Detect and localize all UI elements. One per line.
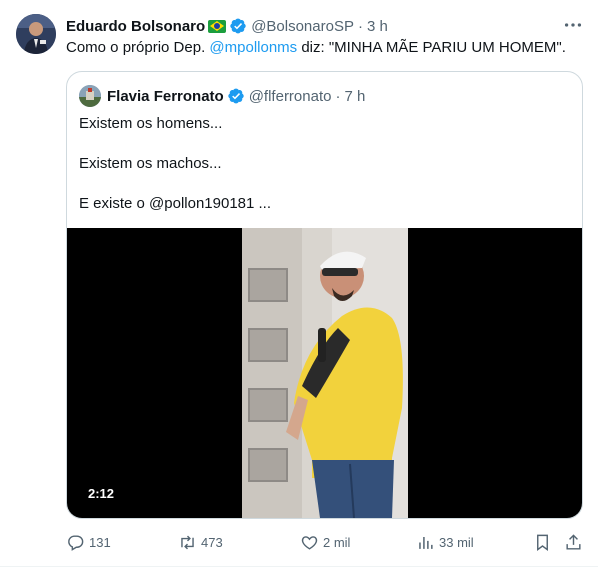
more-horizontal-icon[interactable]: [562, 14, 584, 36]
retweet-count: 473: [201, 534, 223, 550]
video-player[interactable]: 2:12: [67, 228, 582, 518]
quoted-tweet[interactable]: Flavia Ferronato @flferronato · 7 h Exis…: [66, 71, 583, 519]
separator-dot: ·: [357, 17, 363, 35]
author-name[interactable]: Eduardo Bolsonaro: [66, 18, 205, 35]
author-handle[interactable]: @BolsonaroSP: [251, 18, 354, 35]
verified-badge-icon: [230, 18, 246, 34]
tweet-text-suffix: diz: "MINHA MÃE PARIU UM HOMEM".: [297, 39, 566, 56]
heart-icon: [301, 535, 318, 550]
retweet-icon: [181, 535, 194, 549]
verified-badge-icon: [228, 88, 244, 104]
views-button[interactable]: 33 mil: [416, 529, 474, 555]
quoted-author-avatar[interactable]: [79, 85, 101, 107]
quoted-author-handle[interactable]: @flferronato: [249, 88, 332, 105]
bookmark-button[interactable]: [533, 529, 552, 555]
author-avatar[interactable]: [16, 14, 56, 54]
share-button[interactable]: [564, 529, 583, 555]
tweet-time[interactable]: 3 h: [367, 18, 388, 35]
bookmark-icon: [537, 534, 548, 551]
tweet-text-prefix: Como o próprio Dep.: [66, 39, 210, 56]
reply-count: 131: [89, 534, 111, 550]
reply-button[interactable]: 131: [66, 529, 111, 555]
quoted-tweet-header: Flavia Ferronato @flferronato · 7 h: [107, 85, 365, 107]
tweet-header: Eduardo Bolsonaro @BolsonaroSP · 3 h: [66, 15, 388, 37]
tweet-actions: 131 473 2 mil 33 mil: [66, 529, 586, 555]
mention-link[interactable]: @mpollonms: [209, 39, 297, 56]
quoted-line: E existe o @pollon190181 ...: [79, 195, 272, 212]
video-duration: 2:12: [82, 484, 121, 504]
tweet[interactable]: Eduardo Bolsonaro @BolsonaroSP · 3 h Com…: [0, 0, 598, 567]
share-icon: [566, 533, 581, 550]
like-count: 2 mil: [323, 534, 351, 550]
like-button[interactable]: 2 mil: [300, 529, 350, 555]
quoted-tweet-time[interactable]: 7 h: [344, 88, 365, 105]
tweet-text: Como o próprio Dep. @mpollonms diz: "MIN…: [66, 38, 566, 58]
views-chart-icon: [419, 536, 433, 549]
separator-dot: ·: [335, 87, 341, 105]
brazil-flag-icon: [208, 19, 227, 33]
quoted-tweet-text: Existem os homens... Existem os machos..…: [79, 114, 271, 214]
reply-icon: [68, 534, 84, 551]
quoted-author-name[interactable]: Flavia Ferronato: [107, 88, 224, 105]
quoted-line: Existem os machos...: [79, 155, 222, 172]
retweet-button[interactable]: 473: [178, 529, 223, 555]
quoted-line: Existem os homens...: [79, 115, 223, 132]
video-frame: [242, 228, 408, 518]
views-count: 33 mil: [439, 534, 474, 550]
